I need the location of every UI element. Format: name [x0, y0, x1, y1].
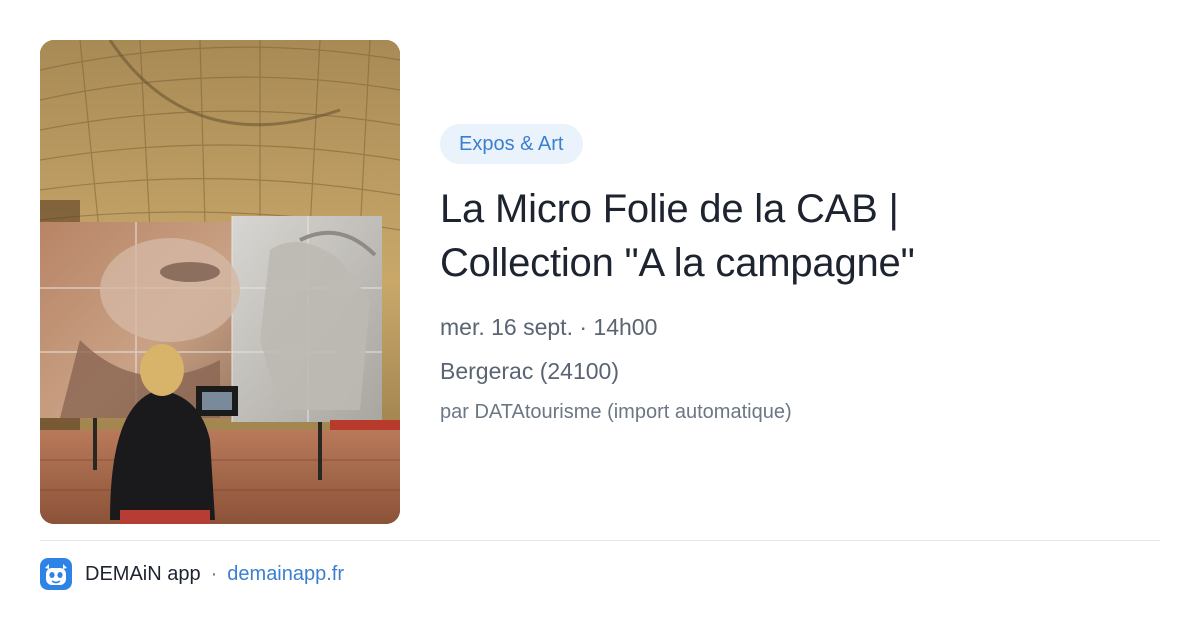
footer-divider: [40, 540, 1160, 541]
demain-app-icon: [40, 558, 72, 590]
event-datetime: mer. 16 sept. · 14h00: [440, 314, 658, 340]
event-info: Expos & Art La Micro Folie de la CAB | C…: [440, 124, 1160, 426]
event-location: Bergerac (24100): [440, 358, 619, 384]
category-badge[interactable]: Expos & Art: [440, 124, 583, 164]
app-domain-link[interactable]: demainapp.fr: [227, 563, 344, 586]
event-title-line-1: La Micro Folie de la CAB |: [440, 187, 899, 231]
event-photo: [40, 40, 400, 524]
event-title[interactable]: La Micro Folie de la CAB | Collection "A…: [440, 182, 1160, 290]
footer: DEMAiN app · demainapp.fr: [40, 556, 344, 592]
footer-separator: ·: [210, 562, 218, 585]
event-author: par DATAtourisme (import automatique): [440, 401, 792, 423]
app-name: DEMAiN app: [85, 562, 201, 585]
event-title-line-2: Collection "A la campagne": [440, 241, 915, 285]
event-card[interactable]: Expos & Art La Micro Folie de la CAB | C…: [0, 0, 1200, 630]
